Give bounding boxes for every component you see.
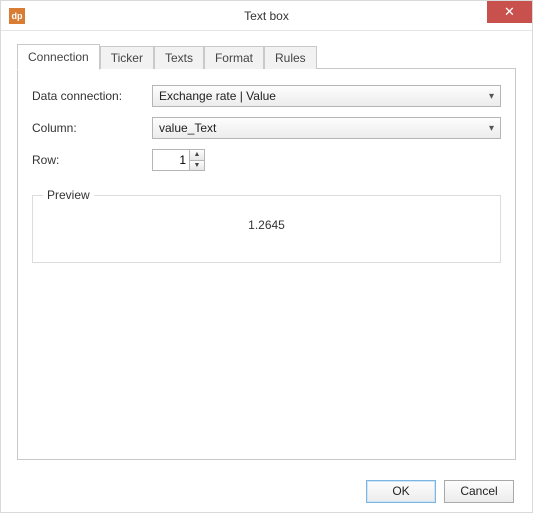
dialog-footer: OK Cancel: [1, 470, 532, 512]
chevron-down-icon: ▾: [489, 91, 494, 102]
row-row: Row: ▲ ▼: [32, 149, 501, 171]
row-column: Column: value_Text ▾: [32, 117, 501, 139]
select-data-connection-value: Exchange rate | Value: [159, 89, 276, 103]
spinner-buttons: ▲ ▼: [190, 149, 205, 171]
row-input[interactable]: [152, 149, 190, 171]
tabstrip: Connection Ticker Texts Format Rules: [17, 45, 516, 69]
label-column: Column:: [32, 121, 152, 135]
chevron-down-icon: ▾: [489, 123, 494, 134]
tab-connection[interactable]: Connection: [17, 44, 100, 70]
row-spinner: ▲ ▼: [152, 149, 205, 171]
select-column[interactable]: value_Text ▾: [152, 117, 501, 139]
spinner-up[interactable]: ▲: [190, 149, 205, 160]
app-icon: dp: [9, 8, 25, 24]
preview-value: 1.2645: [43, 214, 490, 232]
select-column-value: value_Text: [159, 121, 216, 135]
select-data-connection[interactable]: Exchange rate | Value ▾: [152, 85, 501, 107]
spinner-down[interactable]: ▼: [190, 160, 205, 172]
cancel-button[interactable]: Cancel: [444, 480, 514, 503]
preview-groupbox: Preview 1.2645: [32, 195, 501, 263]
titlebar: dp Text box ✕: [1, 1, 532, 31]
close-button[interactable]: ✕: [487, 1, 532, 23]
close-icon: ✕: [504, 4, 515, 20]
dialog-window: dp Text box ✕ Connection Ticker Texts Fo…: [0, 0, 533, 513]
label-row: Row:: [32, 153, 152, 167]
tab-ticker[interactable]: Ticker: [100, 46, 154, 69]
label-data-connection: Data connection:: [32, 89, 152, 103]
tab-format[interactable]: Format: [204, 46, 264, 69]
row-data-connection: Data connection: Exchange rate | Value ▾: [32, 85, 501, 107]
window-title: Text box: [1, 9, 532, 23]
preview-legend: Preview: [43, 188, 94, 202]
tab-panel-connection: Data connection: Exchange rate | Value ▾…: [17, 68, 516, 460]
content-area: Connection Ticker Texts Format Rules Dat…: [1, 31, 532, 470]
ok-button[interactable]: OK: [366, 480, 436, 503]
tab-rules[interactable]: Rules: [264, 46, 317, 69]
tab-texts[interactable]: Texts: [154, 46, 204, 69]
